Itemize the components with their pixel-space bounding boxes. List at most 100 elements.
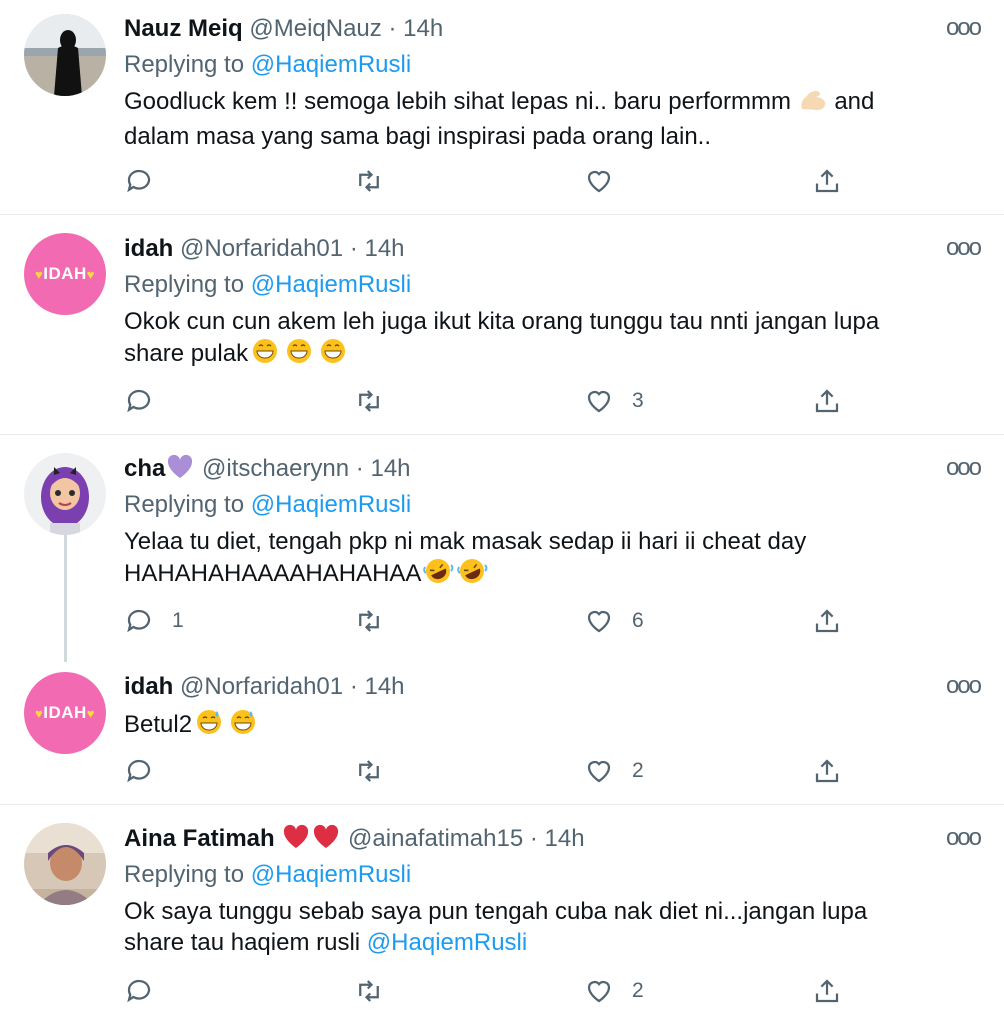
tweet-header: idah @Norfaridah01 · 14h	[124, 672, 405, 702]
flexed-biceps-emoji	[798, 87, 828, 121]
replying-prefix: Replying to	[124, 861, 245, 888]
retweet-button[interactable]	[354, 386, 384, 416]
more-options-button[interactable]: ooo	[945, 672, 982, 700]
like-button[interactable]: 2	[584, 756, 644, 786]
more-dots-icon: ooo	[945, 672, 982, 699]
separator: ·	[355, 455, 364, 482]
reply-icon	[127, 759, 151, 783]
timestamp[interactable]: 14h	[370, 455, 410, 482]
grinning-sweat-emoji	[192, 708, 226, 744]
replying-to-link[interactable]: @HaqiemRusli	[251, 861, 411, 888]
mention-link[interactable]: @HaqiemRusli	[367, 929, 527, 956]
separator: ·	[349, 235, 358, 262]
share-button[interactable]	[812, 166, 842, 196]
share-button[interactable]	[812, 386, 842, 416]
avatar-text: IDAH	[43, 264, 87, 283]
like-count: 3	[632, 389, 644, 412]
more-options-button[interactable]: ooo	[946, 234, 982, 262]
reply-button[interactable]	[124, 976, 154, 1006]
heart-icon	[587, 390, 611, 413]
replying-to: Replying to @HaqiemRusli	[124, 50, 411, 80]
user-handle[interactable]: @Norfaridah01	[180, 235, 343, 262]
grinning-emoji	[248, 337, 282, 373]
red-heart-icon	[281, 824, 311, 858]
replying-to: Replying to @HaqiemRusli	[124, 860, 411, 890]
tweet-1[interactable]: Nauz Meiq @MeiqNauz · 14h ooo Replying t…	[0, 0, 1004, 214]
display-name[interactable]: idah	[124, 673, 173, 700]
timestamp[interactable]: 14h	[403, 15, 443, 42]
like-button[interactable]: 6	[584, 606, 644, 636]
timestamp[interactable]: 14h	[364, 235, 404, 262]
share-button[interactable]	[812, 976, 842, 1006]
more-options-button[interactable]: ooo	[946, 14, 982, 42]
grinning-sweat-emoji	[226, 708, 260, 744]
retweet-button[interactable]	[354, 606, 384, 636]
avatar[interactable]	[24, 453, 106, 535]
avatar-photo	[24, 14, 106, 96]
tweet-2[interactable]: ♥ IDAH ♥ idah @Norfaridah01 · 14h ooo Repl…	[0, 215, 1004, 434]
retweet-button[interactable]	[354, 976, 384, 1006]
retweet-button[interactable]	[354, 166, 384, 196]
heart-icon	[587, 610, 611, 633]
yellow-heart-icon: ♥	[86, 705, 95, 721]
tweet-5[interactable]: Aina Fatimah @ainafatimah15 · 14h ooo Re…	[0, 805, 1004, 1024]
avatar[interactable]	[24, 14, 106, 96]
replying-prefix: Replying to	[124, 491, 245, 518]
display-name[interactable]: idah	[124, 235, 173, 262]
reply-button[interactable]	[124, 166, 154, 196]
user-handle[interactable]: @MeiqNauz	[249, 15, 381, 42]
avatar[interactable]: ♥ IDAH ♥	[24, 672, 106, 754]
reply-button[interactable]	[124, 756, 154, 786]
tweet-text-line: Yelaa tu diet, tengah pkp ni mak masak s…	[124, 528, 807, 555]
user-handle[interactable]: @itschaerynn	[202, 455, 349, 482]
avatar[interactable]	[24, 823, 106, 905]
reply-button[interactable]: 1	[124, 606, 184, 636]
grinning-emoji	[282, 337, 316, 373]
user-handle[interactable]: @ainafatimah15	[348, 825, 523, 852]
like-count: 6	[632, 609, 644, 632]
display-name[interactable]: Nauz Meiq	[124, 15, 243, 42]
rolling-on-floor-laughing-emoji	[421, 557, 455, 593]
retweet-icon	[359, 170, 379, 192]
like-button[interactable]: 3	[584, 386, 644, 416]
tweet-3[interactable]: cha @itschaerynn · 14h ooo Replying to @…	[0, 435, 1004, 653]
heart-icon	[587, 170, 611, 193]
share-button[interactable]	[812, 756, 842, 786]
more-options-button[interactable]: ooo	[946, 824, 982, 852]
like-count: 2	[632, 979, 644, 1002]
yellow-heart-icon: ♥	[35, 266, 44, 282]
timestamp[interactable]: 14h	[364, 673, 404, 700]
tweet-text-line: Ok saya tunggu sebab saya pun tengah cub…	[124, 898, 868, 925]
replying-to-link[interactable]: @HaqiemRusli	[251, 491, 411, 518]
display-name[interactable]: Aina Fatimah	[124, 825, 275, 852]
more-dots-icon: ooo	[945, 454, 982, 481]
like-button[interactable]: 2	[584, 976, 644, 1006]
rolling-on-floor-laughing-emoji	[455, 557, 489, 593]
retweet-button[interactable]	[354, 756, 384, 786]
tweet-text-line: share pulak	[124, 340, 249, 367]
user-handle[interactable]: @Norfaridah01	[180, 673, 343, 700]
like-button[interactable]	[584, 166, 614, 196]
grinning-emoji	[316, 337, 350, 373]
reply-icon	[127, 609, 151, 633]
purple-heart-icon	[165, 454, 195, 488]
more-options-button[interactable]: ooo	[945, 454, 982, 482]
tweet-4[interactable]: ♥ IDAH ♥ idah @Norfaridah01 · 14h ooo Betu…	[0, 654, 1004, 804]
heart-icon	[587, 760, 611, 783]
reply-icon	[127, 389, 151, 413]
replying-to-link[interactable]: @HaqiemRusli	[251, 51, 411, 78]
reply-icon	[127, 169, 151, 193]
timestamp[interactable]: 14h	[545, 825, 585, 852]
replying-to: Replying to @HaqiemRusli	[124, 270, 411, 300]
reply-button[interactable]	[124, 386, 154, 416]
display-name[interactable]: cha	[124, 455, 165, 482]
share-button[interactable]	[812, 606, 842, 636]
yellow-heart-icon: ♥	[86, 266, 95, 282]
heart-icon	[587, 980, 611, 1003]
tweet-text: Ok saya tunggu sebab saya pun tengah cub…	[124, 896, 964, 958]
retweet-icon	[359, 610, 379, 632]
avatar[interactable]: ♥ IDAH ♥	[24, 233, 106, 315]
tweet-header: cha @itschaerynn · 14h	[124, 454, 411, 488]
separator: ·	[529, 825, 538, 852]
replying-to-link[interactable]: @HaqiemRusli	[251, 271, 411, 298]
